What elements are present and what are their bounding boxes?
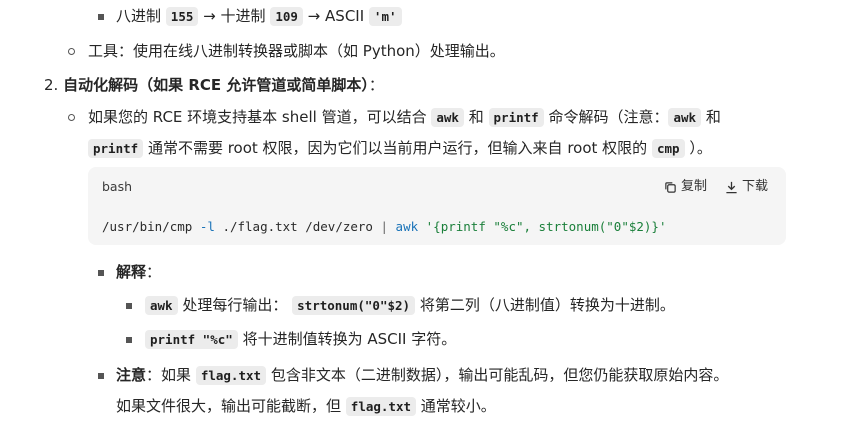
para-text: 通常不需要 root 权限，因为它们以当前用户运行，但输入来自 root 权限的	[147, 139, 648, 157]
explain-title: 解释	[116, 263, 147, 281]
download-icon	[726, 181, 737, 193]
explain-colon: ：	[146, 263, 162, 281]
note-text: 包含非文本（二进制数据），输出可能乱码，但您仍能获取原始内容。	[270, 366, 729, 384]
code-actions: 复制 下载	[664, 175, 768, 199]
inline-code: strtonum("0"$2)	[292, 296, 416, 315]
tool-text: 工具：使用在线八进制转换器或脚本（如 Python）处理输出。	[88, 42, 505, 60]
circle-bullet-icon	[68, 114, 75, 121]
code-flag: -l	[199, 219, 215, 234]
note-line2: 如果文件很大，输出可能截断，但 flag.txt 通常较小。	[116, 394, 496, 419]
explain-text: 将十进制值转换为 ASCII 字符。	[242, 330, 457, 348]
code-block: bash 复制 下载 /usr/bin/cmp -l ./flag.txt /d…	[88, 167, 786, 245]
para-text: ）。	[689, 139, 712, 157]
explain-heading: 解释：	[98, 260, 161, 284]
explain-text: 将第二列（八进制值）转换为十进制。	[419, 296, 675, 314]
copy-label: 复制	[680, 179, 707, 194]
note-text: ：如果	[146, 366, 192, 384]
download-label: 下载	[741, 179, 768, 194]
square-bullet-icon	[98, 373, 104, 379]
title-colon: ：	[368, 76, 384, 94]
code-pipe: |	[380, 219, 389, 234]
note-line1: 注意：如果 flag.txt 包含非文本（二进制数据），输出可能乱码，但您仍能获…	[98, 363, 728, 388]
octal-code: 155	[165, 7, 199, 26]
explain-text: 处理每行输出：	[182, 296, 288, 314]
tool-line: 工具：使用在线八进制转换器或脚本（如 Python）处理输出。	[68, 39, 505, 63]
inline-code: printf	[488, 108, 544, 127]
char-code: 'm'	[368, 7, 402, 26]
code-awk: awk	[395, 219, 419, 234]
para-text: 命令解码（注意：	[548, 108, 669, 126]
circle-bullet-icon	[68, 48, 75, 55]
note-text: 如果文件很大，输出可能截断，但	[116, 397, 342, 415]
copy-icon	[665, 181, 676, 193]
code-args: ./flag.txt /dev/zero	[222, 219, 373, 234]
inline-code: cmp	[651, 139, 685, 158]
square-bullet-icon	[98, 270, 104, 276]
rce-paragraph-line1: 如果您的 RCE 环境支持基本 shell 管道，可以结合 awk 和 prin…	[68, 105, 721, 130]
code-content: /usr/bin/cmp -l ./flag.txt /dev/zero | a…	[102, 215, 666, 239]
inline-code: printf	[88, 139, 144, 158]
ascii-label: ASCII	[325, 7, 365, 25]
para-text: 和	[468, 108, 484, 126]
decimal-code: 109	[270, 7, 303, 26]
code-awk-script: '{printf "%c", strtonum("0"$2)}'	[425, 219, 667, 234]
explain-item-printf: printf "%c" 将十进制值转换为 ASCII 字符。	[126, 327, 456, 352]
inline-code: flag.txt	[345, 397, 417, 416]
inline-code: awk	[431, 108, 464, 127]
square-bullet-icon	[98, 14, 104, 20]
section-title: 自动化解码（如果 RCE 允许管道或简单脚本）	[63, 76, 369, 94]
explain-item-awk: awk 处理每行输出： strtonum("0"$2) 将第二列（八进制值）转换…	[126, 293, 675, 318]
para-text: 和	[705, 108, 721, 126]
copy-button[interactable]: 复制	[664, 175, 707, 199]
inline-code: awk	[668, 108, 702, 127]
list-number: 2.	[44, 76, 59, 94]
download-button[interactable]: 下载	[725, 175, 768, 199]
rce-paragraph-line2: printf 通常不需要 root 权限，因为它们以当前用户运行，但输入来自 r…	[88, 136, 712, 161]
octal-line: 八进制 155 → 十进制 109 → ASCII 'm'	[98, 4, 402, 29]
code-command: /usr/bin/cmp	[102, 219, 193, 234]
inline-code: awk	[145, 296, 178, 315]
decimal-label: 十进制	[220, 7, 266, 25]
note-text: 通常较小。	[420, 397, 496, 415]
list-item-2: 2. 自动化解码（如果 RCE 允许管道或简单脚本）：	[44, 73, 384, 97]
code-language: bash	[102, 179, 133, 194]
octal-label: 八进制	[116, 7, 162, 25]
inline-code: printf "%c"	[145, 330, 238, 349]
arrow-icon: →	[203, 7, 216, 25]
arrow-icon: →	[307, 7, 321, 25]
note-title: 注意	[116, 366, 147, 384]
square-bullet-icon	[126, 303, 132, 309]
square-bullet-icon	[126, 337, 132, 343]
inline-code: flag.txt	[195, 366, 267, 385]
para-text: 如果您的 RCE 环境支持基本 shell 管道，可以结合	[88, 108, 427, 126]
